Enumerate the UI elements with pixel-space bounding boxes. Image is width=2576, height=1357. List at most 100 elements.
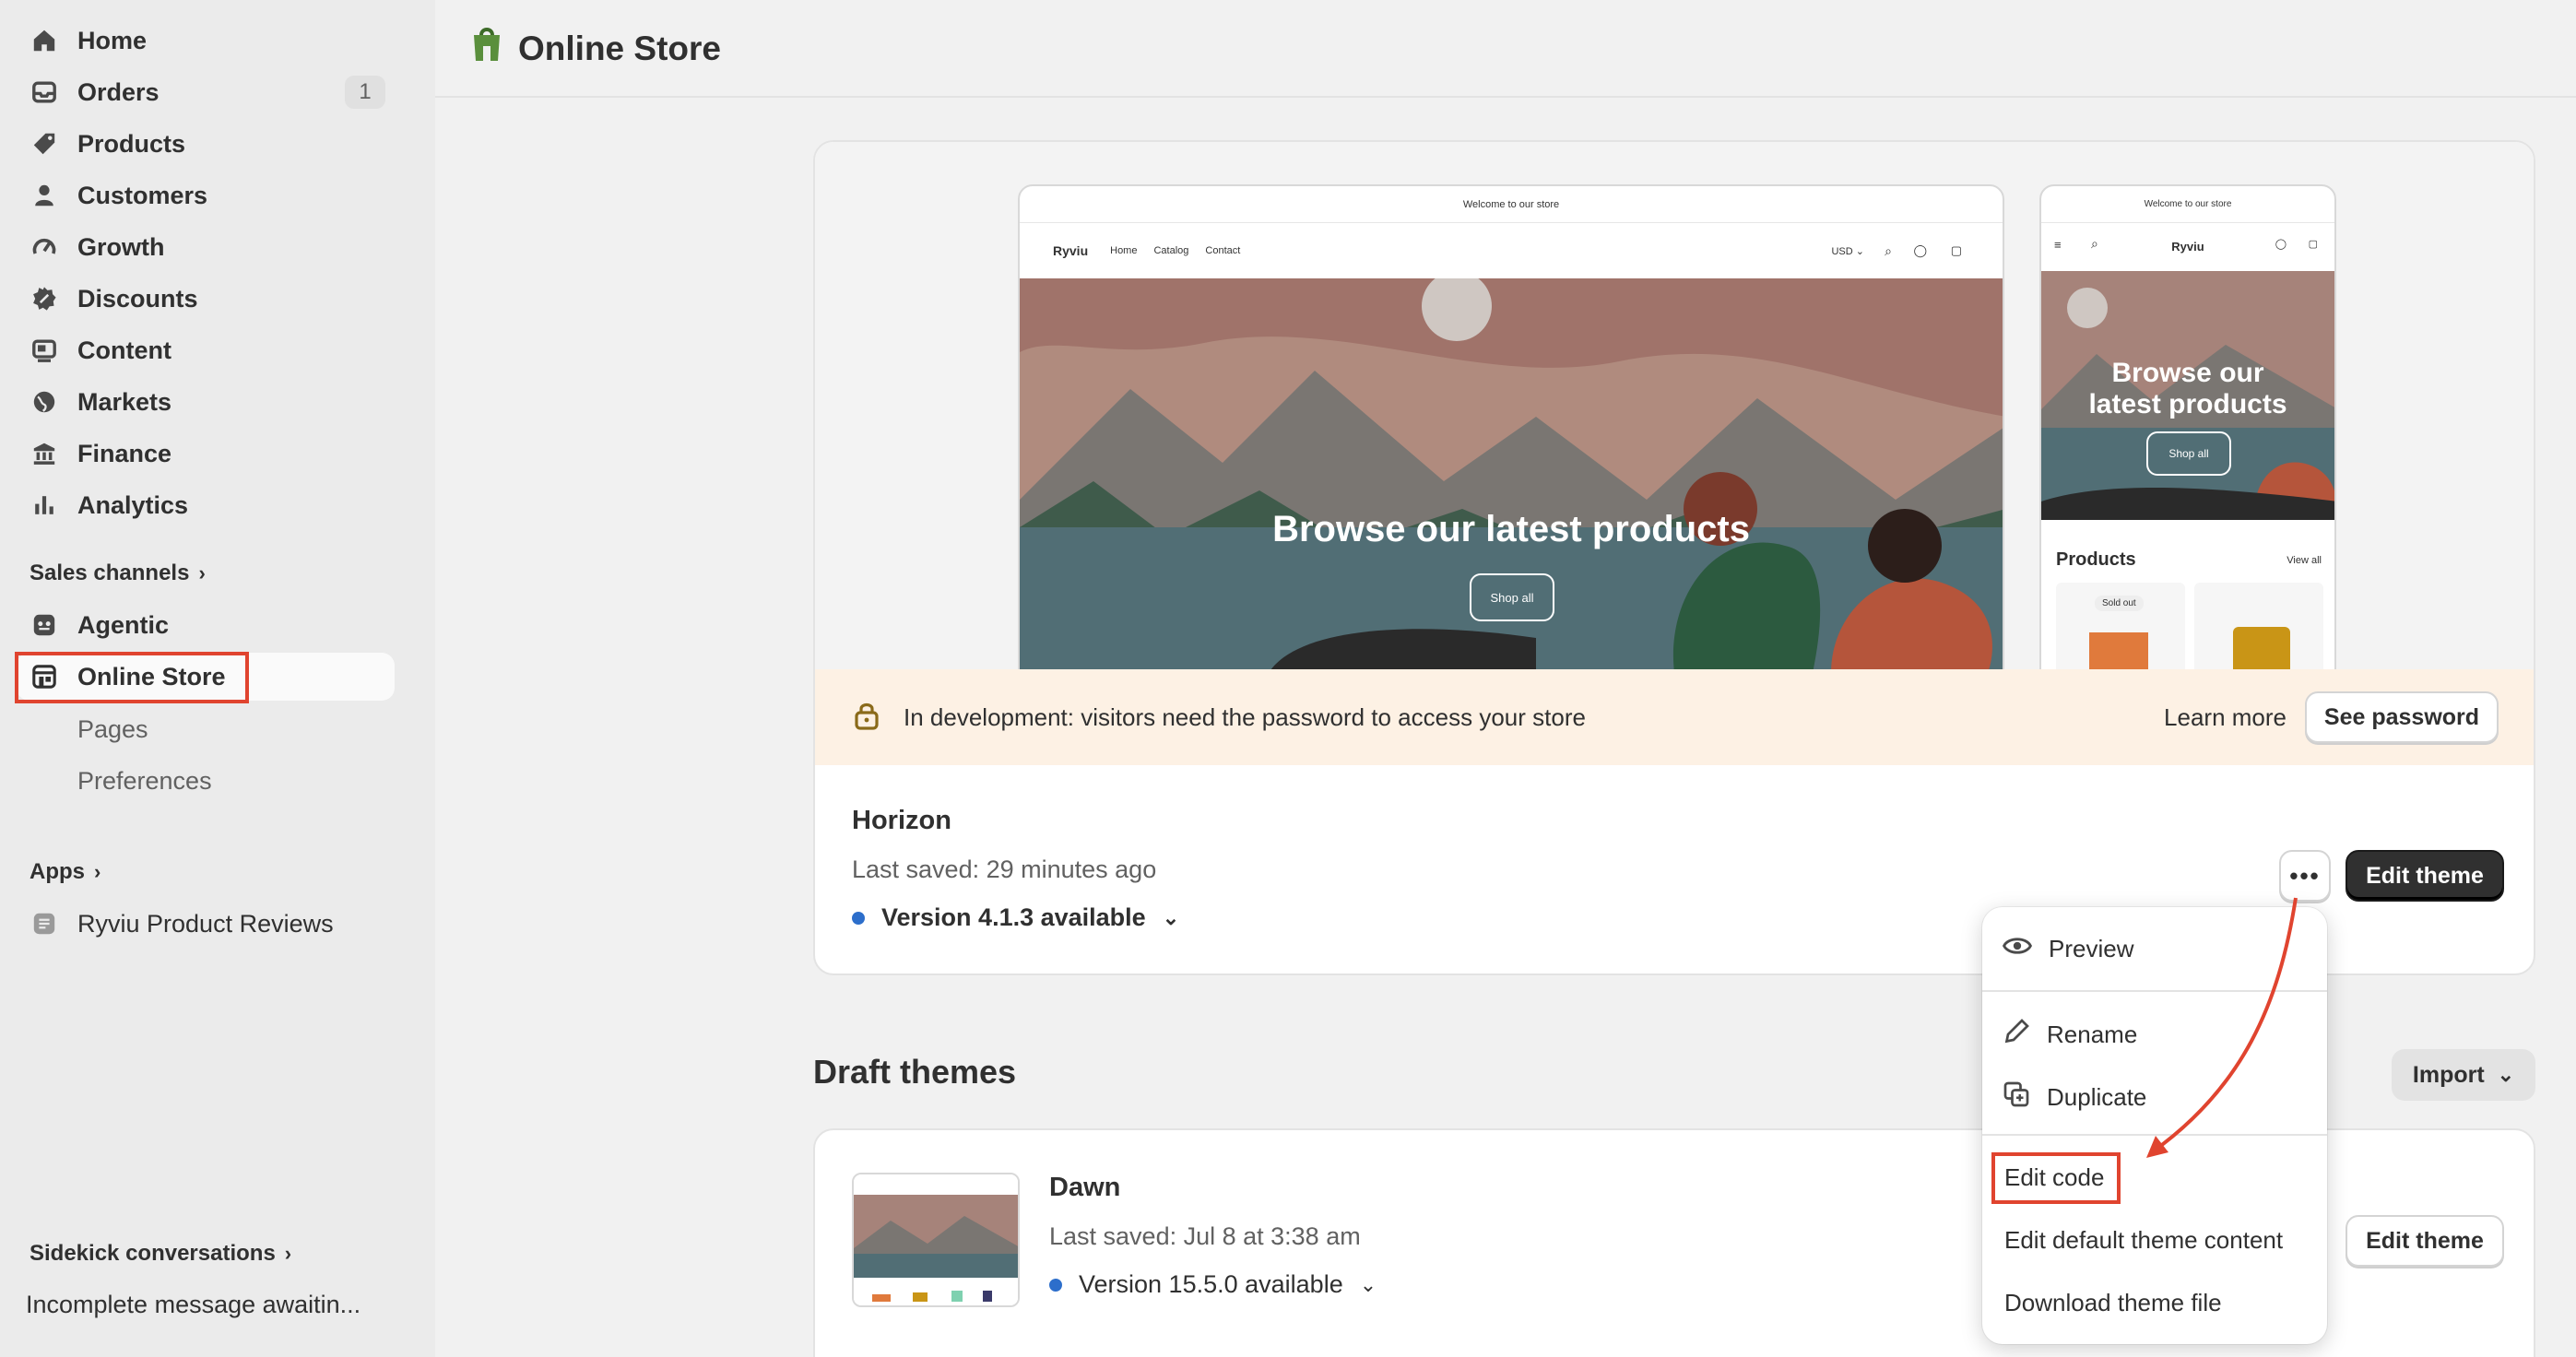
desktop-preview[interactable]: Welcome to our store Ryviu Home Catalog … [1018, 184, 2004, 671]
menu-item-preview[interactable]: Preview [2002, 935, 2134, 963]
import-button-label: Import [2412, 1061, 2485, 1088]
sidebar-item-content[interactable]: Content [17, 326, 395, 374]
sidebar-item-customers[interactable]: Customers [17, 171, 395, 219]
mobile-search-icon: ⌕ [2091, 236, 2098, 251]
sidebar-item-label: Content [77, 336, 171, 364]
apps-heading[interactable]: Apps › [30, 859, 100, 885]
mobile-menu-icon: ≡ [2054, 238, 2062, 252]
header-divider [435, 96, 2576, 98]
edit-theme-button[interactable]: Edit theme [2346, 850, 2504, 902]
menu-divider [1982, 1134, 2327, 1136]
menu-item-edit-default-content[interactable]: Edit default theme content [2004, 1226, 2283, 1255]
sidebar-item-growth[interactable]: Growth [17, 223, 395, 271]
menu-item-label: Rename [2047, 1021, 2138, 1048]
chevron-right-icon: › [198, 561, 206, 584]
sidebar-item-orders[interactable]: Orders 1 [17, 68, 395, 116]
learn-more-link[interactable]: Learn more [2164, 703, 2286, 732]
sidebar-item-label: Home [77, 26, 148, 54]
sidebar-sub-item-preferences[interactable]: Preferences [77, 767, 212, 796]
sidebar-item-label: Customers [77, 181, 208, 209]
preview-nav-item: Contact [1205, 245, 1241, 256]
chevron-right-icon: › [284, 1242, 292, 1265]
menu-item-duplicate[interactable]: Duplicate [2003, 1080, 2146, 1115]
theme-actions-menu: Preview Rename Duplicate Edit code Edit … [1982, 907, 2327, 1344]
preview-nav-item: Home [1110, 245, 1138, 256]
preview-currency-text: USD [1831, 245, 1853, 257]
sidebar-item-label: Discounts [77, 284, 198, 313]
development-notice-text: In development: visitors need the passwo… [904, 702, 1586, 731]
gauge-icon [28, 230, 61, 264]
draft-theme-version-text: Version 15.5.0 available [1079, 1270, 1343, 1298]
draft-edit-theme-button[interactable]: Edit theme [2346, 1215, 2504, 1267]
menu-item-rename[interactable]: Rename [2003, 1018, 2137, 1052]
preview-headline: Browse our latest products [1272, 509, 1750, 549]
menu-divider [1982, 990, 2327, 992]
mobile-announcement-bar: Welcome to our store [2041, 186, 2334, 223]
sidebar-sub-item-pages[interactable]: Pages [77, 715, 148, 744]
bar-chart-icon [28, 489, 61, 522]
sidebar-item-agentic[interactable]: Agentic [17, 601, 395, 649]
mobile-brand: Ryviu [2171, 239, 2204, 254]
preview-currency: USD ⌄ [1831, 245, 1864, 257]
sidebar-item-label: Products [77, 129, 186, 158]
mobile-account-icon: ◯ [2275, 239, 2286, 250]
sidebar: Home Orders 1 Products Customers Growth … [0, 0, 435, 1357]
eye-icon [2002, 935, 2033, 963]
preview-search-icon: ⌕ [1885, 242, 1892, 258]
mobile-shop-all-button: Shop all [2146, 431, 2231, 476]
chevron-down-icon: ⌄ [2497, 1063, 2515, 1086]
sidebar-item-discounts[interactable]: Discounts [17, 275, 395, 323]
sidebar-item-label: Growth [77, 232, 165, 261]
preview-header: Ryviu Home Catalog Contact USD ⌄ ⌕ ◯ ▢ [1020, 223, 2003, 278]
current-theme-last-saved: Last saved: 29 minutes ago [852, 856, 1157, 883]
sidekick-heading[interactable]: Sidekick conversations › [30, 1241, 291, 1267]
menu-item-label: Duplicate [2047, 1083, 2147, 1111]
sidebar-item-home[interactable]: Home [17, 17, 395, 65]
draft-theme-name: Dawn [1049, 1173, 1121, 1202]
development-banner: In development: visitors need the passwo… [815, 669, 2534, 765]
menu-item-label: Download theme file [2004, 1289, 2222, 1316]
sidebar-item-label: Orders [77, 77, 160, 106]
page-title-text: Online Store [518, 29, 721, 67]
sidebar-item-label: Analytics [77, 490, 189, 519]
lock-icon [854, 701, 881, 735]
mobile-headline-line: Browse our [2111, 358, 2264, 388]
agentic-icon [28, 608, 61, 642]
menu-item-download-theme[interactable]: Download theme file [2004, 1289, 2222, 1317]
dawn-thumbnail-illustration [854, 1174, 1018, 1305]
see-password-button[interactable]: See password [2305, 691, 2499, 743]
sales-channels-heading[interactable]: Sales channels › [30, 560, 206, 586]
person-icon [28, 179, 61, 212]
sidebar-item-ryviu[interactable]: Ryviu Product Reviews [17, 900, 395, 948]
mobile-headline: Browse our latest products [2041, 358, 2334, 420]
sidebar-item-finance[interactable]: Finance [17, 430, 395, 478]
mobile-cart-icon: ▢ [2308, 239, 2318, 250]
dawn-theme-thumbnail[interactable] [852, 1173, 1020, 1307]
draft-theme-version[interactable]: Version 15.5.0 available ⌄ [1049, 1270, 1377, 1299]
mobile-products-heading: Products [2056, 549, 2136, 570]
sidebar-item-products[interactable]: Products [17, 120, 395, 168]
sidebar-item-analytics[interactable]: Analytics [17, 481, 395, 529]
current-theme-version[interactable]: Version 4.1.3 available ⌄ [852, 903, 1179, 932]
update-dot-icon [1049, 1278, 1062, 1292]
draft-themes-heading: Draft themes [813, 1053, 1017, 1091]
preview-nav-item: Catalog [1153, 245, 1189, 256]
sidebar-item-label: Ryviu Product Reviews [77, 909, 334, 938]
sales-channels-label: Sales channels [30, 560, 190, 585]
sidebar-item-markets[interactable]: Markets [17, 378, 395, 426]
chevron-down-icon: ⌄ [1359, 1272, 1377, 1296]
content-icon [28, 334, 61, 367]
page-title: Online Store [470, 26, 721, 71]
mobile-product-image [2233, 627, 2290, 669]
menu-item-label: Preview [2049, 935, 2134, 962]
preview-account-icon: ◯ [1913, 243, 1927, 257]
store-bag-icon [470, 26, 503, 71]
more-actions-button[interactable]: ••• [2279, 850, 2331, 902]
pencil-icon [2003, 1018, 2030, 1052]
sidekick-conversation-item[interactable]: Incomplete message awaitin... [26, 1291, 360, 1319]
current-theme-name: Horizon [852, 806, 951, 835]
edit-code-highlight [1991, 1152, 2121, 1204]
orders-count-badge: 1 [345, 76, 385, 109]
mobile-preview[interactable]: Welcome to our store Ryviu ≡ ⌕ ◯ ▢ Brows… [2039, 184, 2336, 671]
import-button[interactable]: Import ⌄ [2392, 1049, 2535, 1101]
